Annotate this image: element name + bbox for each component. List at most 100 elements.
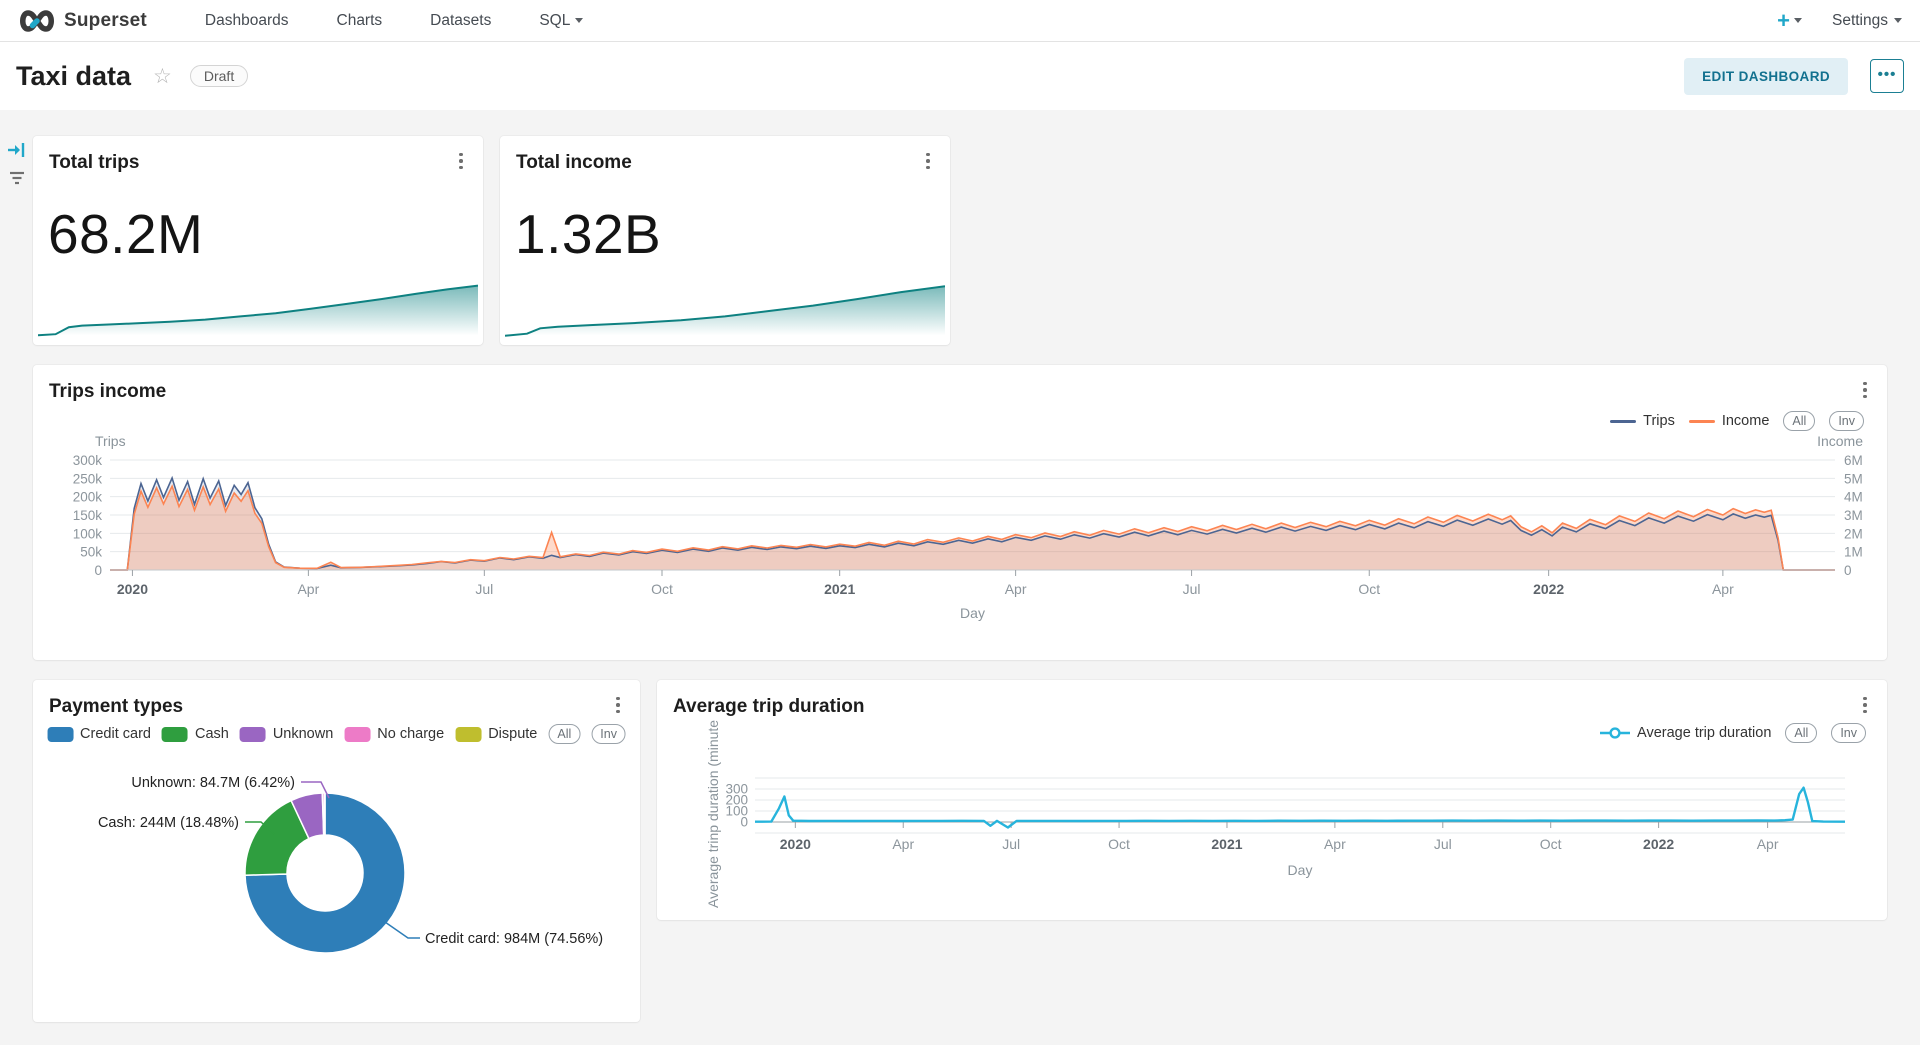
axis-tick-label: 1M [1844,545,1863,560]
x-axis-tick-label: Jul [475,581,493,597]
donut-slice-dispute[interactable] [324,793,325,835]
legend-item-unknown[interactable]: Unknown [240,726,333,742]
x-axis-name: Day [1288,862,1313,878]
legend-item-credit-card[interactable]: Credit card [47,726,151,742]
gridlines [755,778,1845,833]
payment-types-card: Payment types Credit card Cash Unknown N… [33,680,640,1022]
axis-tick-label: 100k [73,526,103,541]
legend-item-no-charge[interactable]: No charge [344,726,444,742]
axis-tick-label: 6M [1844,453,1863,468]
axis-tick-label: 4M [1844,490,1863,505]
expand-filter-bar-icon[interactable] [6,140,28,165]
x-axis-tick-label: Apr [297,581,319,597]
axis-tick-label: 150k [73,508,103,523]
payment-types-donut-chart[interactable]: Unknown: 84.7M (6.42%) Cash: 244M (18.48… [33,760,640,1022]
nav-item-charts[interactable]: Charts [313,12,407,30]
chart-options-kebab-icon[interactable] [1855,379,1875,401]
x-axis-tick-label: Apr [1757,836,1779,852]
avg-trip-duration-chart[interactable]: 30020010002020AprJulOct2021AprJulOct2022… [657,715,1887,915]
x-axis-tick-label: Apr [1324,836,1346,852]
favorite-star-icon[interactable]: ☆ [153,64,172,89]
edit-dashboard-button[interactable]: EDIT DASHBOARD [1684,58,1848,95]
top-navbar: Superset Dashboards Charts Datasets SQL … [0,0,1920,42]
spark-area [505,286,945,338]
x-axis-tick-label: Oct [651,581,673,597]
dashboard-more-button[interactable]: ••• [1870,59,1904,93]
x-axis-tick-label: 2022 [1533,581,1564,597]
legend-item-cash[interactable]: Cash [162,726,229,742]
axis-tick-label: 0 [94,563,102,578]
x-axis-tick-label: Jul [1183,581,1201,597]
legend-all-pill[interactable]: All [548,724,580,744]
chart-title: Total income [516,152,632,174]
superset-logo[interactable]: Superset [18,9,147,33]
legend-item-dispute[interactable]: Dispute [455,726,537,742]
settings-menu[interactable]: Settings [1832,12,1902,30]
x-axis-tick-label: 2020 [117,581,148,597]
axis-tick-label: 250k [73,471,103,486]
plus-icon: + [1777,8,1790,34]
x-axis-tick-label: 2021 [824,581,855,597]
chevron-down-icon [1894,18,1902,23]
axis-tick-label: 3M [1844,508,1863,523]
total-income-value: 1.32B [515,202,661,266]
trips-income-chart[interactable]: 300k 6M 250k 5M 200k 4M 150k 3M 100k 2M 50k 1M 0 0 202… [33,415,1887,660]
axis-tick-label: 5M [1844,471,1863,486]
axis-tick-label: 300k [73,453,103,468]
chart-title: Trips income [49,381,166,403]
avg-duration-line [755,788,1845,828]
filter-icon[interactable] [8,170,26,191]
unknown-swatch [240,727,266,742]
chart-options-kebab-icon[interactable] [918,150,938,172]
total-income-sparkline[interactable] [505,278,945,340]
axis-tick-label: 0 [1844,563,1852,578]
chevron-down-icon [575,18,583,23]
x-axis-name: Day [960,605,985,621]
dashboard-header: Taxi data ☆ Draft EDIT DASHBOARD ••• [0,42,1920,110]
nav-item-sql[interactable]: SQL [515,12,607,30]
x-axis-tick-label: 2020 [780,836,811,852]
x-axis-tick-label: Apr [1005,581,1027,597]
chart-title: Payment types [49,696,183,718]
unknown-callout-label: Unknown: 84.7M (6.42%) [131,775,295,791]
avg-trip-duration-card: Average trip duration Average trip durat… [657,680,1887,920]
no-charge-swatch [344,727,370,742]
total-trips-value: 68.2M [48,202,203,266]
credit-card-swatch [47,727,73,742]
axis-tick-label: 2M [1844,526,1863,541]
x-axis-tick-label: Oct [1108,836,1130,852]
chart-title: Total trips [49,152,139,174]
chart-options-kebab-icon[interactable] [1855,694,1875,716]
credit-card-callout-line [385,922,420,938]
x-axis-tick-label: Jul [1002,836,1020,852]
chevron-down-icon [1794,18,1802,23]
credit-card-callout-label: Credit card: 984M (74.56%) [425,931,603,947]
dashboard-title: Taxi data [16,61,131,92]
chart-options-kebab-icon[interactable] [608,694,628,716]
new-item-button[interactable]: + [1777,8,1802,34]
x-axis-tick-label: 2022 [1643,836,1674,852]
x-axis-tick-label: Oct [1540,836,1562,852]
nav-item-datasets[interactable]: Datasets [406,12,515,30]
total-income-card: Total income 1.32B [500,136,950,345]
draft-badge: Draft [190,65,248,87]
total-trips-card: Total trips 68.2M [33,136,483,345]
axis-tick-label: 50k [80,545,102,560]
axis-tick-label: 0 [740,815,748,830]
donut-slices [245,793,405,953]
axis-tick-label: 200k [73,490,103,505]
legend-inv-pill[interactable]: Inv [591,724,626,744]
chart-options-kebab-icon[interactable] [451,150,471,172]
x-axis-tick-label: Apr [892,836,914,852]
x-axis-tick-label: Apr [1712,581,1734,597]
cash-swatch [162,727,188,742]
total-trips-sparkline[interactable] [38,278,478,340]
superset-infinity-icon [18,9,56,33]
payment-types-legend: Credit card Cash Unknown No charge Dispu… [47,724,626,744]
x-axis-tick-label: Oct [1358,581,1380,597]
dispute-swatch [455,727,481,742]
nav-item-dashboards[interactable]: Dashboards [181,12,313,30]
trips-income-card: Trips income Trips Income All Inv Trips … [33,365,1887,660]
x-axis-tick-label: Jul [1434,836,1452,852]
cash-callout-label: Cash: 244M (18.48%) [98,815,239,831]
